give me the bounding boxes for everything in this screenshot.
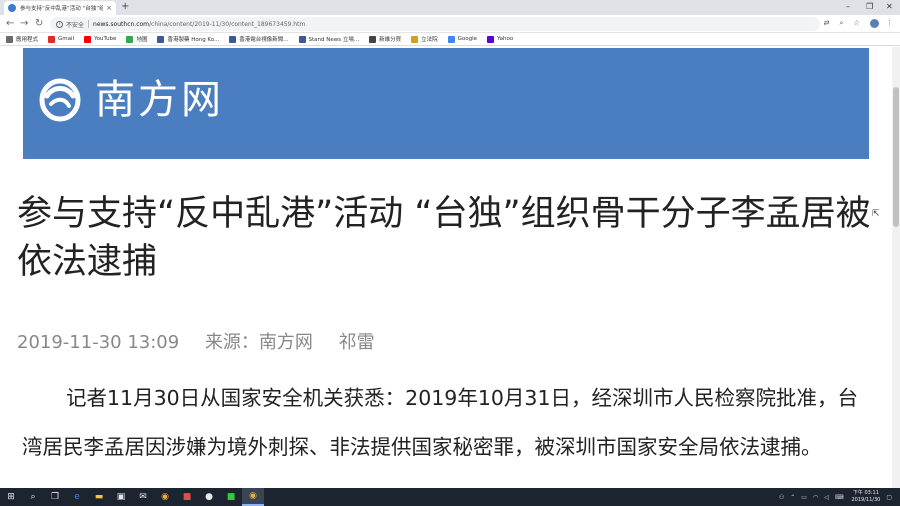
volume-icon[interactable]: ◁ [824, 494, 829, 501]
url-path: /china/content/2019-11/30/content_189673… [149, 20, 306, 28]
divider [88, 20, 90, 28]
wifi-icon[interactable]: ◠ [813, 494, 818, 501]
bookmark-label: 新維分買 [379, 37, 402, 43]
edge-icon[interactable]: e [66, 488, 88, 506]
bookmark-star-icon[interactable]: ☆ [852, 19, 861, 28]
bookmark-icon [298, 35, 306, 43]
bookmark-icon [229, 35, 237, 43]
browser-tab[interactable]: 参与支持“反中乱港”活动 “台独”组织骨干分子李孟居被依法逮捕 × [4, 1, 116, 15]
windows-start-icon[interactable]: ⊞ [0, 488, 22, 506]
bookmark-icon [84, 35, 92, 43]
menu-icon[interactable]: ⋮ [885, 19, 894, 28]
restore-button[interactable]: ❐ [866, 1, 873, 13]
bookmark-label: 香港電台視像新聞... [239, 37, 289, 43]
page-scrollbar[interactable] [892, 47, 900, 488]
bookmark-label: 香港製藥 Hong Ko... [167, 37, 220, 43]
article-meta: 2019-11-30 13:09 来源：南方网 祁雷 [17, 328, 395, 354]
mail-icon[interactable]: ✉ [132, 488, 154, 506]
bookmark-label: YouTube [94, 36, 117, 42]
info-icon[interactable]: i [56, 20, 63, 28]
site-logo-icon [39, 78, 81, 122]
bookmark-icon [447, 35, 455, 43]
bookmark-icon [487, 35, 495, 43]
windows-taskbar: ⊞ ⌕ ❐ e ▬ ▣ ✉ ◉ ■ ● ■ ◉ ⚇ ⌃ ▭ ◠ ◁ ⌨ 下午 0… [0, 488, 900, 506]
profile-avatar-icon[interactable] [870, 19, 879, 28]
article-headline: 参与支持“反中乱港”活动 “台独”组织骨干分子李孟居被依法逮捕 [17, 194, 871, 282]
line-icon[interactable]: ■ [220, 488, 242, 506]
bookmark-item[interactable]: 應用程式 [6, 35, 38, 43]
article-source: 来源：南方网 [204, 332, 313, 353]
new-tab-button[interactable]: + [121, 1, 129, 13]
security-label: 不安全 [66, 21, 85, 29]
system-tray: ⚇ ⌃ ▭ ◠ ◁ ⌨ 下午 03:11 2019/11/30 ▢ [773, 488, 892, 506]
address-bar[interactable]: i 不安全 news.southcn.com/china/content/201… [50, 17, 820, 31]
url-text[interactable]: news.southcn.com/china/content/2019-11/3… [93, 21, 305, 28]
web-page: 南方网 参与支持“反中乱港”活动 “台独”组织骨干分子李孟居被依法逮捕 2019… [0, 47, 900, 488]
favicon-icon [8, 4, 16, 12]
bookmark-icon [411, 35, 419, 43]
minimize-button[interactable]: – [846, 1, 850, 13]
close-window-button[interactable]: ✕ [886, 1, 893, 13]
chrome-active-icon[interactable]: ◉ [242, 488, 264, 506]
yb-app-icon[interactable]: ■ [176, 488, 198, 506]
wechat-icon[interactable]: ● [198, 488, 220, 506]
bookmark-label: 應用程式 [16, 37, 39, 43]
bookmark-item[interactable]: Google [447, 35, 478, 43]
ime-icon[interactable]: ⌨ [835, 494, 844, 501]
people-icon[interactable]: ⚇ [779, 494, 784, 501]
translate-icon[interactable]: ⇄ [822, 19, 831, 28]
store-icon[interactable]: ▣ [110, 488, 132, 506]
bookmark-item[interactable]: Gmail [48, 35, 75, 43]
url-host: news.southcn.com [93, 20, 150, 28]
clock-date: 2019/11/30 [851, 497, 881, 503]
tray-chevron-icon[interactable]: ⌃ [790, 494, 795, 501]
bookmark-label: Stand News 立場... [308, 37, 360, 43]
article-body: 记者11月30日从国家安全机关获悉：2019年10月31日，经深圳市人民检察院批… [22, 386, 859, 459]
bookmark-item[interactable]: Yahoo [487, 35, 514, 43]
taskbar-clock[interactable]: 下午 03:11 2019/11/30 [852, 490, 881, 504]
bookmark-label: Yahoo [497, 36, 514, 42]
bookmark-icon [48, 35, 56, 43]
bookmark-icon [6, 35, 13, 43]
bookmark-label: Gmail [58, 36, 75, 42]
site-banner: 南方网 [23, 48, 869, 159]
bookmark-item[interactable]: 香港製藥 Hong Ko... [157, 35, 219, 43]
chrome-icon[interactable]: ◉ [154, 488, 176, 506]
bookmark-label: 地圖 [136, 37, 148, 43]
browser-toolbar: ← → ↻ i 不安全 news.southcn.com/china/conte… [0, 15, 900, 33]
back-button[interactable]: ← [6, 17, 14, 31]
reload-button[interactable]: ↻ [35, 17, 43, 31]
bookmark-icon [369, 35, 377, 43]
site-logo-text[interactable]: 南方网 [95, 76, 224, 124]
bookmark-icon [157, 35, 165, 43]
mouse-cursor-icon: ⇱ [872, 209, 880, 219]
forward-button[interactable]: → [20, 17, 28, 31]
bookmark-label: 立法院 [421, 37, 438, 43]
article-author: 祁雷 [338, 332, 375, 353]
bookmarks-bar: 應用程式 Gmail YouTube 地圖 香港製藥 Hong Ko... 香港電台視像新… [0, 33, 900, 46]
bookmark-item[interactable]: YouTube [84, 35, 117, 43]
network-icon[interactable]: ▭ [801, 494, 807, 501]
bookmark-item[interactable]: 地圖 [126, 35, 147, 43]
search-icon[interactable]: ⌕ [22, 488, 44, 506]
bookmark-item[interactable]: 新維分買 [369, 35, 401, 43]
zoom-icon[interactable]: ⌕ [837, 19, 846, 28]
bookmark-icon [126, 35, 134, 43]
tab-title: 参与支持“反中乱港”活动 “台独”组织骨干分子李孟居被依法逮捕 [20, 6, 104, 12]
browser-window: 参与支持“反中乱港”活动 “台独”组织骨干分子李孟居被依法逮捕 × + – ❐ … [0, 0, 900, 506]
file-explorer-icon[interactable]: ▬ [88, 488, 110, 506]
scrollbar-thumb[interactable] [893, 87, 899, 227]
task-view-icon[interactable]: ❐ [44, 488, 66, 506]
close-tab-icon[interactable]: × [106, 4, 112, 12]
bookmark-item[interactable]: 香港電台視像新聞... [229, 35, 289, 43]
bookmark-label: Google [457, 36, 478, 42]
clock-time: 下午 03:11 [852, 490, 879, 496]
bookmark-item[interactable]: Stand News 立場... [298, 35, 360, 43]
tab-strip: 参与支持“反中乱港”活动 “台独”组织骨干分子李孟居被依法逮捕 × + – ❐ … [0, 0, 900, 15]
notifications-icon[interactable]: ▢ [886, 494, 892, 501]
bookmark-item[interactable]: 立法院 [411, 35, 438, 43]
publish-datetime: 2019-11-30 13:09 [17, 332, 180, 353]
